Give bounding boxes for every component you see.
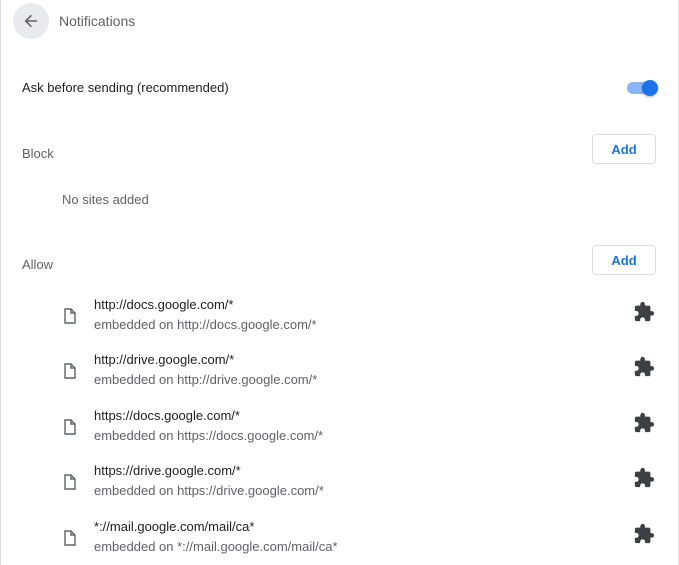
block-empty-text: No sites added — [62, 192, 149, 207]
site-embedded-on: embedded on *://mail.google.com/mail/ca* — [94, 539, 338, 554]
file-icon — [64, 363, 76, 379]
notifications-settings-page: Notifications Ask before sending (recomm… — [0, 0, 679, 565]
site-url: https://docs.google.com/* — [94, 408, 240, 423]
allow-section-label: Allow — [22, 257, 54, 272]
extension-puzzle-icon[interactable] — [633, 356, 655, 378]
extension-puzzle-icon[interactable] — [633, 301, 655, 323]
arrow-left-icon — [24, 14, 37, 28]
back-button[interactable] — [13, 3, 49, 39]
site-embedded-on: embedded on https://docs.google.com/* — [94, 428, 324, 443]
page-title: Notifications — [59, 13, 136, 29]
allow-site-row[interactable]: *://mail.google.com/mail/ca* embedded on… — [1, 519, 678, 565]
toggle-knob — [642, 80, 658, 96]
ask-before-sending-row: Ask before sending (recommended) — [1, 66, 678, 110]
block-add-button[interactable]: Add — [592, 134, 656, 164]
file-icon — [64, 474, 76, 490]
file-icon — [64, 308, 76, 324]
allow-site-row[interactable]: https://drive.google.com/* embedded on h… — [1, 463, 678, 518]
site-url: http://drive.google.com/* — [94, 352, 235, 367]
allow-add-button[interactable]: Add — [592, 245, 656, 275]
allow-site-row[interactable]: https://docs.google.com/* embedded on ht… — [1, 408, 678, 463]
allow-site-row[interactable]: http://drive.google.com/* embedded on ht… — [1, 352, 678, 407]
file-icon — [64, 419, 76, 435]
site-embedded-on: embedded on http://drive.google.com/* — [94, 372, 318, 387]
site-embedded-on: embedded on http://docs.google.com/* — [94, 317, 317, 332]
site-url: http://docs.google.com/* — [94, 297, 234, 312]
extension-puzzle-icon[interactable] — [633, 412, 655, 434]
allow-site-row[interactable]: http://docs.google.com/* embedded on htt… — [1, 297, 678, 352]
site-embedded-on: embedded on https://drive.google.com/* — [94, 483, 324, 498]
page-header: Notifications — [1, 0, 678, 42]
file-icon — [64, 530, 76, 546]
ask-before-sending-toggle[interactable] — [627, 80, 659, 96]
site-url: *://mail.google.com/mail/ca* — [94, 519, 255, 534]
block-section-label: Block — [22, 146, 54, 161]
ask-before-sending-label: Ask before sending (recommended) — [22, 80, 229, 95]
site-url: https://drive.google.com/* — [94, 463, 241, 478]
extension-puzzle-icon[interactable] — [633, 523, 655, 545]
extension-puzzle-icon[interactable] — [633, 467, 655, 489]
